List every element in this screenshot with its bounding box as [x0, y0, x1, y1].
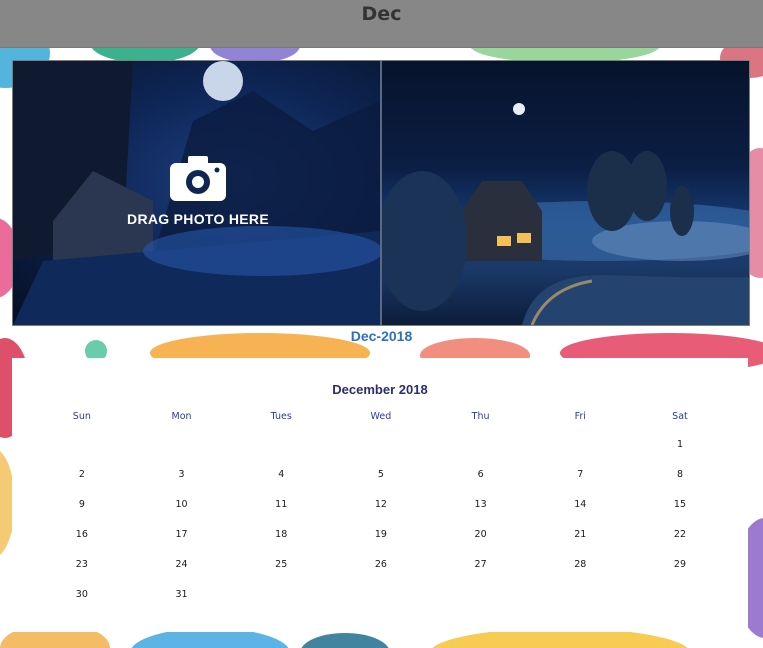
night-landscape-photo	[382, 61, 749, 325]
moon	[513, 103, 525, 115]
weekday-label: Wed	[370, 411, 392, 422]
day-cell: 6	[477, 469, 484, 480]
day-cell	[331, 430, 431, 460]
day-cell: 27	[474, 559, 487, 570]
day-cell	[530, 430, 630, 460]
day-cell: 15	[673, 499, 687, 510]
day-cell: 17	[175, 529, 188, 540]
day-cell: 2	[78, 469, 85, 480]
calendar-title: December 2018	[332, 382, 428, 397]
day-cell	[331, 580, 431, 610]
day-cell: 18	[275, 529, 288, 540]
moon	[203, 61, 243, 101]
day-cell: 12	[374, 499, 387, 510]
day-cell: 19	[374, 529, 387, 540]
day-cell: 31	[175, 589, 188, 600]
month-label: Dec-2018	[350, 328, 413, 344]
camera-icon	[170, 156, 226, 201]
day-cell: 23	[75, 559, 88, 570]
day-cell: 24	[175, 559, 188, 570]
day-cell: 3	[178, 469, 185, 480]
photo-drop-zone[interactable]: DRAG PHOTO HERE	[13, 61, 380, 325]
day-cell	[530, 580, 630, 610]
day-cell	[132, 430, 232, 460]
week-row: 2 3 4 5 6 7 8	[32, 460, 732, 490]
week-row: 23 24 25 26 27 28 29	[32, 550, 732, 580]
day-cell: 1	[676, 439, 683, 450]
drag-photo-button[interactable]: DRAG PHOTO HERE	[123, 153, 273, 227]
weekday-label: Thu	[471, 411, 490, 422]
weekday-header-row: Sun Mon Tues Wed Thu Fri Sat	[32, 408, 732, 430]
weekday-label: Sun	[72, 411, 91, 422]
week-row: 1	[32, 430, 732, 460]
week-row: 16 17 18 19 20 21 22	[32, 520, 732, 550]
day-cell: 21	[574, 529, 587, 540]
day-cell	[231, 430, 331, 460]
drag-photo-label: DRAG PHOTO HERE	[127, 211, 269, 227]
weekday-label: Fri	[574, 411, 586, 422]
day-cell: 30	[75, 589, 88, 600]
day-cell: 13	[474, 499, 487, 510]
day-cell: 25	[275, 559, 288, 570]
day-cell: 10	[175, 499, 188, 510]
photo-area: DRAG PHOTO HERE	[12, 60, 750, 326]
weekday-label: Mon	[171, 411, 192, 422]
day-cell	[231, 580, 331, 610]
day-cell: 9	[78, 499, 85, 510]
calendar-card: December 2018 Sun Mon Tues Wed Thu Fri S…	[12, 358, 748, 632]
weekday-label: Tues	[270, 411, 292, 422]
day-cell	[32, 430, 132, 460]
day-cell: 20	[474, 529, 487, 540]
day-cell: 4	[278, 469, 285, 480]
day-cell: 22	[673, 529, 687, 540]
cabin-landscape-image	[382, 103, 749, 325]
day-cell: 5	[377, 469, 384, 480]
day-cell: 7	[577, 469, 584, 480]
day-cell	[431, 580, 531, 610]
day-cell: 8	[676, 469, 683, 480]
title-bar: Dec	[0, 0, 763, 48]
day-cell: 26	[374, 559, 387, 570]
week-row: 9 10 11 12 13 14 15	[32, 490, 732, 520]
day-cell: 29	[673, 559, 687, 570]
calendar-grid: Sun Mon Tues Wed Thu Fri Sat 1 2 3 4 5 6…	[32, 408, 732, 610]
calendar-page: DRAG PHOTO HERE Dec-2018 December 2018 S…	[0, 48, 763, 648]
weekday-label: Sat	[672, 411, 688, 422]
day-cell: 16	[75, 529, 88, 540]
page-title: Dec	[361, 3, 402, 25]
day-cell: 11	[275, 499, 288, 510]
splash-decoration	[300, 633, 390, 648]
day-cell	[630, 580, 730, 610]
day-cell: 14	[574, 499, 587, 510]
day-cell	[431, 430, 531, 460]
week-row: 30 31	[32, 580, 732, 610]
day-cell: 28	[574, 559, 587, 570]
